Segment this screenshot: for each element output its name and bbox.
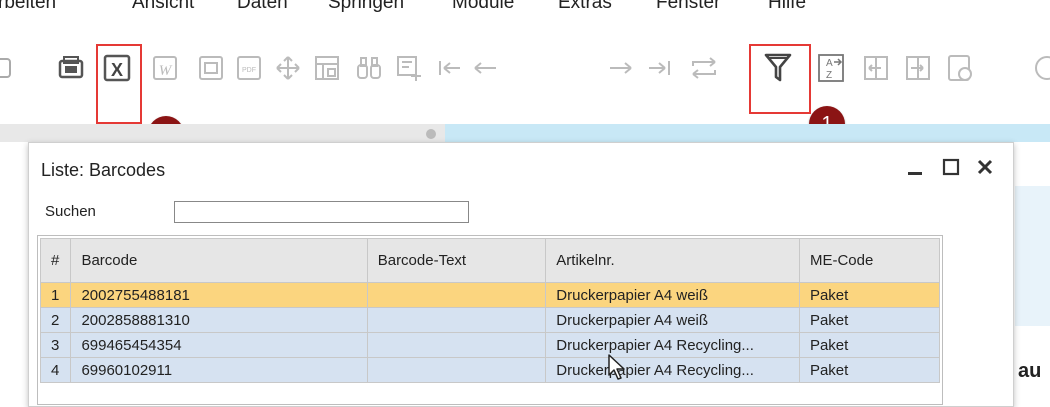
export-icon[interactable] <box>901 48 935 88</box>
barcode-cell: 69960102911 <box>70 357 368 383</box>
dialog-title: Liste: Barcodes <box>41 160 166 180</box>
menu-item-ansicht[interactable]: Ansicht <box>132 0 194 14</box>
table-header-row: # Barcode Barcode-Text Artikelnr. ME-Cod… <box>39 238 941 283</box>
search-label: Suchen <box>45 203 96 220</box>
last-record-icon[interactable] <box>643 48 677 88</box>
artikel-cell: Druckerpapier A4 weiß <box>545 307 800 333</box>
menu-item-bearbeiten[interactable]: rbeiten <box>0 0 56 14</box>
column-header-artikelnr[interactable]: Artikelnr. <box>545 238 800 283</box>
barcode-table: # Barcode Barcode-Text Artikelnr. ME-Cod… <box>39 238 941 383</box>
sort-az-icon[interactable]: AZ <box>814 48 848 88</box>
mouse-cursor-icon <box>608 354 625 380</box>
partial-circle-icon[interactable] <box>1030 48 1050 88</box>
search-input[interactable] <box>174 201 469 223</box>
barcode-cell: 2002858881310 <box>70 307 368 333</box>
table-row[interactable]: 1 2002755488181 Druckerpapier A4 weiß Pa… <box>39 282 941 308</box>
me-code-cell: Paket <box>798 307 941 333</box>
barcode-list-dialog: Liste: Barcodes Suchen # Barcode Barcode… <box>28 142 1014 407</box>
splitter-handle[interactable] <box>426 129 436 139</box>
background-text: au <box>1018 360 1042 382</box>
filter-highlight-box <box>749 44 811 114</box>
barcode-cell: 2002755488181 <box>70 282 368 308</box>
minimize-button[interactable] <box>903 153 927 181</box>
row-number: 3 <box>39 332 72 358</box>
svg-text:Z: Z <box>826 70 832 81</box>
column-header-barcode[interactable]: Barcode <box>70 238 368 283</box>
column-header-number[interactable]: # <box>39 238 72 283</box>
barcode-text-cell <box>366 307 547 333</box>
barcode-text-cell <box>366 282 547 308</box>
menu-item-module[interactable]: Module <box>452 0 514 14</box>
doc-export-icon[interactable] <box>194 48 228 88</box>
menu-item-daten[interactable]: Daten <box>237 0 288 14</box>
me-code-cell: Paket <box>798 332 941 358</box>
svg-text:PDF: PDF <box>242 67 256 74</box>
maximize-button[interactable] <box>939 153 963 181</box>
barcode-text-cell <box>366 332 547 358</box>
me-code-cell: Paket <box>798 282 941 308</box>
word-export-icon[interactable]: W <box>148 48 182 88</box>
artikel-cell: Druckerpapier A4 weiß <box>545 282 800 308</box>
report-icon[interactable] <box>943 48 977 88</box>
table-row[interactable]: 4 69960102911 Druckerpapier A4 Recycling… <box>39 357 941 383</box>
artikel-cell: Druckerpapier A4 Recycling... <box>545 332 800 358</box>
first-record-icon[interactable] <box>432 48 466 88</box>
table-row[interactable]: 3 699465454354 Druckerpapier A4 Recyclin… <box>39 332 941 358</box>
column-header-barcode-text[interactable]: Barcode-Text <box>366 238 547 283</box>
svg-text:W: W <box>159 63 173 79</box>
menu-item-extras[interactable]: Extras <box>558 0 612 14</box>
svg-text:A: A <box>826 58 833 69</box>
layout-icon[interactable] <box>310 48 344 88</box>
menu-item-hilfe[interactable]: Hilfe <box>768 0 806 14</box>
column-header-me-code[interactable]: ME-Code <box>798 238 941 283</box>
table-row[interactable]: 2 2002858881310 Druckerpapier A4 weiß Pa… <box>39 307 941 333</box>
barcode-cell: 699465454354 <box>70 332 368 358</box>
background-blue-strip <box>445 124 1050 142</box>
refresh-icon[interactable] <box>687 48 721 88</box>
menu-item-fenster[interactable]: Fenster <box>656 0 720 14</box>
close-button[interactable] <box>973 153 997 181</box>
next-record-icon[interactable] <box>604 48 638 88</box>
prev-record-icon[interactable] <box>468 48 502 88</box>
move-icon[interactable] <box>271 48 305 88</box>
excel-highlight-box <box>96 44 142 124</box>
pdf-export-icon[interactable]: PDF <box>232 48 266 88</box>
print-preview-icon[interactable] <box>54 48 88 88</box>
binoculars-icon[interactable] <box>352 48 386 88</box>
me-code-cell: Paket <box>798 357 941 383</box>
menu-item-springen[interactable]: Springen <box>328 0 404 14</box>
partial-icon[interactable] <box>0 48 18 88</box>
artikel-cell: Druckerpapier A4 Recycling... <box>545 357 800 383</box>
add-record-icon[interactable] <box>392 48 426 88</box>
toolbar: X W PDF AZ <box>0 48 1050 100</box>
import-icon[interactable] <box>859 48 893 88</box>
row-number: 4 <box>39 357 72 383</box>
barcode-text-cell <box>366 357 547 383</box>
menu-bar: rbeiten Ansicht Daten Springen Module Ex… <box>0 0 1050 18</box>
row-number: 2 <box>39 307 72 333</box>
row-number: 1 <box>39 282 72 308</box>
